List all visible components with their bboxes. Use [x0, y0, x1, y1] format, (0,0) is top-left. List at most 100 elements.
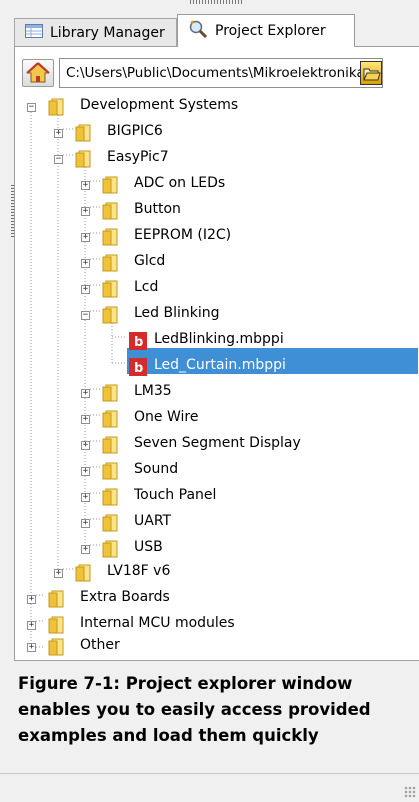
expand-toggle[interactable]: +	[27, 643, 36, 652]
expand-toggle[interactable]: +	[81, 389, 90, 398]
magnifier-wand-icon	[188, 19, 208, 43]
home-button[interactable]	[22, 59, 54, 87]
expand-toggle[interactable]: +	[27, 595, 36, 604]
tree-item-easypic7[interactable]: − EasyPic7	[15, 146, 419, 172]
folder-icon	[102, 384, 118, 402]
resize-grip-icon[interactable]	[404, 786, 416, 798]
tree-item-usb[interactable]: + USB	[15, 536, 419, 562]
tree-item-seven-segment[interactable]: + Seven Segment Display	[15, 432, 419, 458]
expand-toggle[interactable]: +	[81, 233, 90, 242]
tree-item-lv18f-v6[interactable]: + LV18F v6	[15, 560, 419, 586]
folder-icon	[102, 488, 118, 506]
tree-item-label: USB	[134, 539, 163, 555]
library-grid-icon	[25, 23, 43, 42]
project-file-icon: b	[129, 332, 147, 350]
folder-icon	[48, 590, 64, 608]
expand-toggle[interactable]: +	[27, 621, 36, 630]
tree-file-led-curtain[interactable]: b Led_Curtain.mbppi	[15, 354, 419, 380]
expand-toggle[interactable]: +	[81, 545, 90, 554]
folder-icon	[102, 176, 118, 194]
tree-item-glcd[interactable]: + Glcd	[15, 250, 419, 276]
tree-item-adc-on-leds[interactable]: + ADC on LEDs	[15, 172, 419, 198]
tree-item-one-wire[interactable]: + One Wire	[15, 406, 419, 432]
tree-item-label: Led Blinking	[134, 305, 220, 321]
caption-line: examples and load them quickly	[18, 726, 319, 745]
tree-item-label: Sound	[134, 461, 179, 477]
caption-line: Figure 7-1: Project explorer window	[18, 674, 353, 693]
collapse-toggle[interactable]: −	[81, 311, 90, 320]
tree-item-sound[interactable]: + Sound	[15, 458, 419, 484]
folder-icon	[102, 254, 118, 272]
tree-item-label: ADC on LEDs	[134, 175, 226, 191]
tree-item-label: EasyPic7	[107, 149, 169, 165]
collapse-toggle[interactable]: −	[54, 155, 63, 164]
tab-label: Library Manager	[50, 24, 165, 41]
tree-item-label: UART	[134, 513, 172, 529]
tree-item-label: BIGPIC6	[107, 123, 163, 139]
folder-icon	[102, 306, 118, 324]
folder-icon	[102, 410, 118, 428]
tree-item-lcd[interactable]: + Lcd	[15, 276, 419, 302]
tree-item-bigpic6[interactable]: + BIGPIC6	[15, 120, 419, 146]
folder-icon	[48, 638, 64, 656]
expand-toggle[interactable]: +	[81, 441, 90, 450]
panel-drag-grip[interactable]	[190, 0, 242, 4]
folder-icon	[75, 564, 91, 582]
tree-item-label: Internal MCU modules	[80, 615, 235, 631]
project-file-icon: b	[129, 358, 147, 376]
tree-item-development-systems[interactable]: − Development Systems	[15, 94, 419, 120]
folder-icon	[102, 280, 118, 298]
tree-item-label: Glcd	[134, 253, 166, 269]
folder-icon	[102, 202, 118, 220]
tree-item-lm35[interactable]: + LM35	[15, 380, 419, 406]
path-field[interactable]: C:\Users\Public\Documents\Mikroelektroni…	[59, 58, 383, 88]
folder-open-icon	[363, 68, 381, 81]
tree-item-label: Seven Segment Display	[134, 435, 301, 451]
tab-label: Project Explorer	[215, 23, 326, 39]
expand-toggle[interactable]: +	[81, 285, 90, 294]
collapse-toggle[interactable]: −	[27, 103, 36, 112]
tree-item-label: Development Systems	[80, 97, 239, 113]
expand-toggle[interactable]: +	[81, 493, 90, 502]
tree-item-led-blinking[interactable]: − Led Blinking	[15, 302, 419, 328]
folder-icon	[102, 540, 118, 558]
tree-item-label: Lcd	[134, 279, 159, 295]
tree-item-button[interactable]: + Button	[15, 198, 419, 224]
tree-item-label: Other	[80, 637, 120, 653]
tree-item-extra-boards[interactable]: + Extra Boards	[15, 586, 419, 612]
tree-file-ledblinking[interactable]: b LedBlinking.mbppi	[15, 328, 419, 354]
folder-icon	[102, 436, 118, 454]
folder-icon	[75, 124, 91, 142]
tree-item-label: Button	[134, 201, 181, 217]
tree-item-label: Touch Panel	[134, 487, 217, 503]
expand-toggle[interactable]: +	[81, 181, 90, 190]
expand-toggle[interactable]: +	[54, 569, 63, 578]
expand-toggle[interactable]: +	[81, 467, 90, 476]
tree-item-other[interactable]: + Other	[15, 634, 419, 660]
expand-toggle[interactable]: +	[81, 259, 90, 268]
project-tree[interactable]: − Development Systems + BIGPIC6 − EasyPi…	[14, 94, 419, 661]
tree-item-label: Led_Curtain.mbppi	[154, 357, 286, 373]
expand-toggle[interactable]: +	[54, 129, 63, 138]
caption-line: enables you to easily access provided	[18, 700, 371, 719]
tab-project-explorer[interactable]: Project Explorer	[177, 14, 355, 47]
expand-toggle[interactable]: +	[81, 207, 90, 216]
home-icon	[26, 62, 50, 83]
tree-item-eeprom[interactable]: + EEPROM (I2C)	[15, 224, 419, 250]
expand-toggle[interactable]: +	[81, 415, 90, 424]
tab-library-manager[interactable]: Library Manager	[14, 18, 177, 46]
folder-icon	[48, 98, 64, 116]
tree-item-touch-panel[interactable]: + Touch Panel	[15, 484, 419, 510]
tree-item-label: LM35	[134, 383, 172, 399]
tree-item-uart[interactable]: + UART	[15, 510, 419, 536]
folder-icon	[102, 514, 118, 532]
svg-text:b: b	[134, 361, 143, 376]
status-bar-divider	[0, 773, 419, 774]
browse-folder-button[interactable]	[360, 61, 382, 85]
folder-icon	[75, 150, 91, 168]
tree-item-label: Extra Boards	[80, 589, 170, 605]
tree-item-label: EEPROM (I2C)	[134, 227, 232, 243]
expand-toggle[interactable]: +	[81, 519, 90, 528]
tab-bar: Library Manager Project Explorer	[14, 14, 419, 47]
folder-icon	[102, 462, 118, 480]
